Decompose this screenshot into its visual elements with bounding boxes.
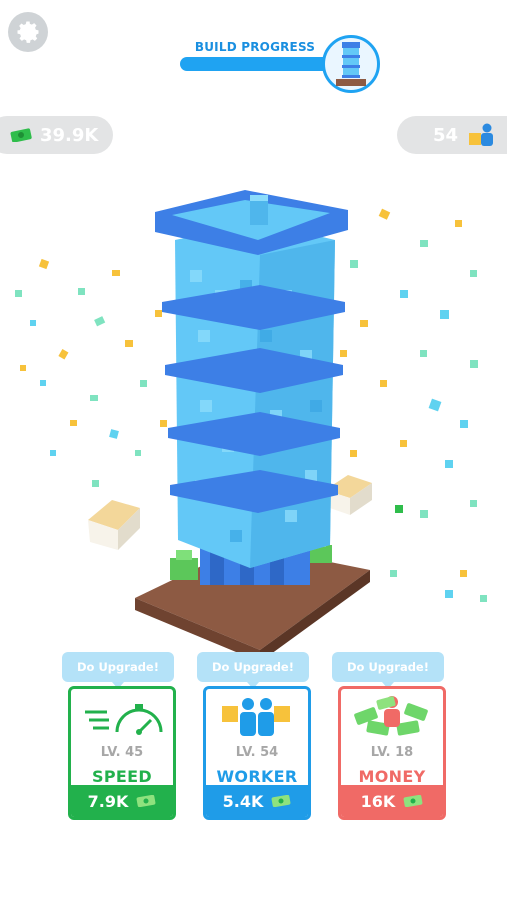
worker-icon	[469, 123, 494, 146]
settings-button[interactable]	[8, 12, 48, 52]
upgrade-name: WORKER	[216, 767, 298, 786]
cost-value: 5.4K	[222, 791, 264, 811]
tower	[155, 190, 348, 585]
upgrade-cost[interactable]: 7.9K	[71, 785, 173, 817]
tower-progress-icon	[322, 35, 380, 93]
do-upgrade-tag: Do Upgrade!	[197, 652, 309, 689]
worker-count-value: 54	[433, 124, 459, 146]
cash-icon	[136, 795, 156, 807]
level-label: LV. 18	[370, 745, 414, 760]
workers-icon	[206, 689, 308, 743]
tower-scene	[15, 190, 487, 660]
do-upgrade-tag: Do Upgrade!	[332, 652, 444, 689]
cash-icon	[271, 795, 291, 807]
money-counter: 39.9K	[0, 116, 113, 154]
money-pile-icon	[341, 689, 443, 743]
cost-value: 16K	[360, 791, 396, 811]
cash-icon	[10, 128, 32, 142]
card-body: LV. 18 MONEY 16K	[338, 686, 446, 820]
upgrade-card-speed[interactable]: Do Upgrade! LV. 45 SPEED 7.9K	[62, 652, 176, 820]
upgrade-card-worker[interactable]: Do Upgrade! LV. 54 WORKER 5.4K	[197, 652, 311, 820]
cost-value: 7.9K	[87, 791, 129, 811]
card-body: LV. 54 WORKER 5.4K	[203, 686, 311, 820]
upgrade-name: SPEED	[92, 767, 152, 786]
speedometer-icon	[71, 689, 173, 743]
gear-icon	[17, 21, 39, 43]
build-progress-title: BUILD PROGRESS	[194, 40, 316, 54]
money-value: 39.9K	[40, 124, 99, 146]
upgrade-name: MONEY	[358, 767, 426, 786]
card-body: LV. 45 SPEED 7.9K	[68, 686, 176, 820]
upgrade-card-money[interactable]: Do Upgrade! LV. 18 MONEY 16K	[332, 652, 446, 820]
house-left	[88, 500, 140, 550]
level-label: LV. 45	[100, 745, 144, 760]
cash-icon	[403, 795, 423, 807]
upgrade-cost[interactable]: 5.4K	[206, 785, 308, 817]
worker-counter: 54	[397, 116, 507, 154]
level-label: LV. 54	[235, 745, 279, 760]
do-upgrade-tag: Do Upgrade!	[62, 652, 174, 689]
build-progress-bar	[180, 57, 330, 71]
upgrade-cost[interactable]: 16K	[341, 785, 443, 817]
